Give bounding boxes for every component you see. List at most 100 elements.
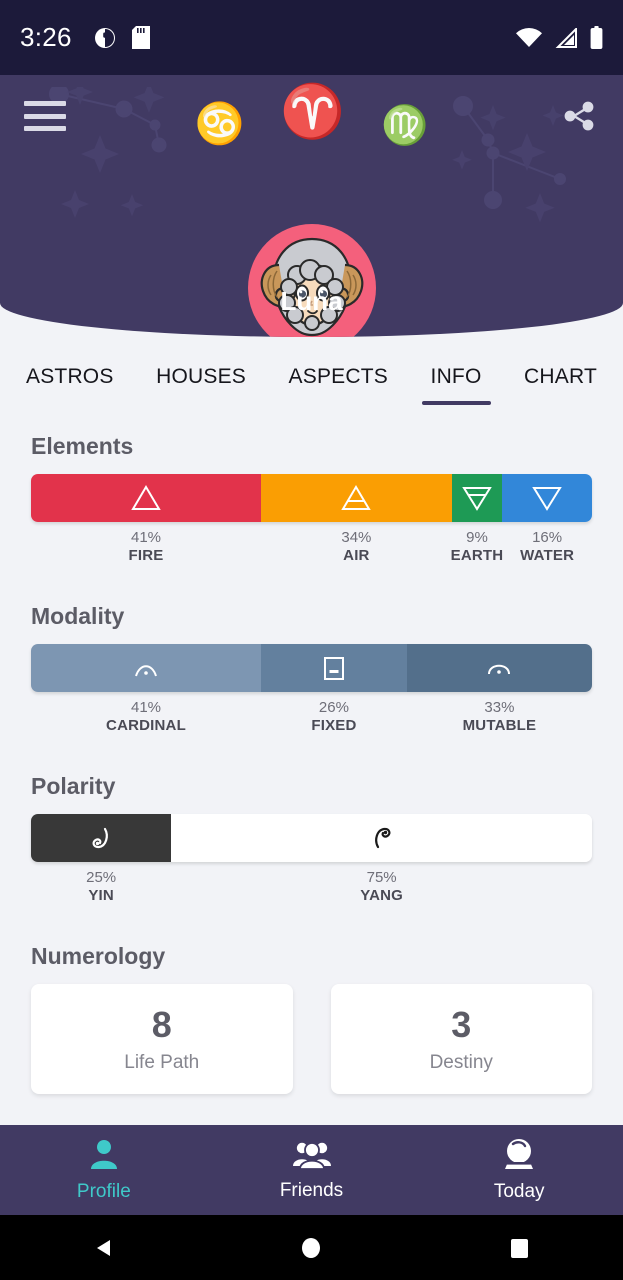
- elements-water-pct: 16%: [532, 529, 563, 546]
- hamburger-menu-icon[interactable]: [24, 101, 66, 131]
- virgo-sign-icon: ♍: [381, 105, 429, 147]
- polarity-yang-pct: 75%: [366, 869, 397, 886]
- battery-icon: [590, 26, 603, 49]
- modality-title: Modality: [31, 603, 125, 629]
- modality-fixed-name: FIXED: [311, 717, 357, 734]
- numerology-card-life-path[interactable]: 8 Life Path: [31, 984, 293, 1094]
- yang-icon: [374, 827, 391, 849]
- app-screen: 3:26 ♋ ♈ ♍ Luna ASTROS HOUSES ASPECTS IN…: [0, 0, 623, 1280]
- tab-chart[interactable]: CHART: [524, 365, 597, 405]
- modality-fixed-pct: 26%: [318, 699, 349, 716]
- polarity-labels: 25% YIN 75% YANG: [31, 869, 592, 915]
- elements-labels: 41% FIRE 34% AIR 9% EARTH 16% WATER: [31, 529, 592, 575]
- polarity-segment-yin[interactable]: [31, 814, 172, 862]
- modality-mutable-pct: 33%: [484, 699, 515, 716]
- modality-label-mutable: 33% MUTABLE: [463, 699, 537, 735]
- people-group-icon: [292, 1138, 332, 1175]
- yin-icon: [92, 827, 108, 849]
- mutable-icon: [488, 664, 511, 675]
- elements-segment-fire[interactable]: [31, 474, 262, 522]
- cancer-sign-icon: ♋: [194, 102, 245, 146]
- elements-label-earth: 9% EARTH: [451, 529, 504, 565]
- header-toolbar: ♋ ♈ ♍: [0, 75, 623, 157]
- do-not-disturb-icon: [94, 27, 116, 49]
- modality-segment-fixed[interactable]: [261, 644, 407, 692]
- bottom-nav-today[interactable]: Today: [415, 1137, 623, 1203]
- status-bar: 3:26: [0, 0, 623, 75]
- tab-aspects[interactable]: ASPECTS: [289, 365, 388, 405]
- bottom-nav-profile-label: Profile: [76, 1181, 131, 1202]
- polarity-bar: [31, 814, 592, 862]
- elements-segment-earth[interactable]: [451, 474, 503, 522]
- polarity-yin-name: YIN: [88, 887, 114, 904]
- tab-aspects-label: ASPECTS: [288, 365, 388, 388]
- info-content: Elements 41% FIRE 34% AIR 9% EARTH 16% W…: [0, 433, 623, 1094]
- wifi-icon: [516, 27, 542, 48]
- numerology-cards: 8 Life Path 3 Destiny: [31, 984, 592, 1094]
- elements-air-pct: 34%: [341, 529, 372, 546]
- android-navigation-bar: [0, 1215, 623, 1280]
- elements-fire-pct: 41%: [130, 529, 162, 546]
- numerology-title: Numerology: [31, 943, 166, 969]
- modality-segment-mutable[interactable]: [406, 644, 592, 692]
- fire-triangle-icon: [131, 485, 161, 510]
- destiny-value: 3: [451, 1004, 472, 1045]
- home-button[interactable]: [276, 1215, 346, 1280]
- elements-water-name: WATER: [520, 547, 575, 564]
- share-icon[interactable]: [559, 96, 599, 136]
- polarity-section: Polarity 25% YIN 75% YANG: [31, 773, 592, 915]
- bottom-nav-friends[interactable]: Friends: [208, 1138, 416, 1202]
- status-bar-clock: 3:26: [20, 22, 72, 52]
- elements-section: Elements 41% FIRE 34% AIR 9% EARTH 16% W…: [31, 433, 592, 575]
- elements-bar: [31, 474, 592, 522]
- numerology-card-destiny[interactable]: 3 Destiny: [330, 984, 592, 1094]
- polarity-yang-name: YANG: [360, 887, 404, 904]
- tab-info[interactable]: INFO: [421, 365, 491, 405]
- crystal-ball-icon: [501, 1137, 537, 1176]
- tab-chart-label: CHART: [524, 365, 597, 388]
- bottom-nav-profile[interactable]: Profile: [0, 1137, 208, 1203]
- elements-segment-water[interactable]: [502, 474, 592, 522]
- status-bar-system-icons: [516, 26, 603, 49]
- polarity-title: Polarity: [31, 773, 116, 799]
- modality-label-fixed: 26% FIXED: [311, 699, 356, 735]
- cardinal-icon: [135, 665, 157, 677]
- elements-label-water: 16% WATER: [520, 529, 574, 565]
- modality-cardinal-name: CARDINAL: [106, 717, 186, 734]
- elements-fire-name: FIRE: [128, 547, 164, 564]
- aries-sign-icon: ♈: [280, 83, 346, 141]
- tab-astros[interactable]: ASTROS: [26, 365, 114, 405]
- destiny-caption: Destiny: [429, 1052, 493, 1073]
- polarity-yin-pct: 25%: [86, 869, 117, 886]
- earth-triangle-icon: [462, 487, 492, 511]
- elements-label-fire: 41% FIRE: [129, 529, 164, 565]
- recents-button[interactable]: [484, 1215, 554, 1280]
- status-bar-notification-icons: [94, 26, 150, 49]
- back-button[interactable]: [69, 1215, 139, 1280]
- elements-earth-name: EARTH: [450, 547, 504, 564]
- tab-bar: ASTROS HOUSES ASPECTS INFO CHART: [0, 337, 623, 405]
- sd-card-icon: [131, 26, 150, 49]
- modality-section: Modality 41% CARDINAL 26% FIXED 33% MUTA…: [31, 603, 592, 745]
- modality-segment-cardinal[interactable]: [31, 644, 262, 692]
- tab-astros-label: ASTROS: [26, 365, 114, 388]
- bottom-nav-today-label: Today: [493, 1181, 545, 1202]
- tab-houses[interactable]: HOUSES: [156, 365, 246, 405]
- elements-air-name: AIR: [343, 547, 370, 564]
- avatar[interactable]: [247, 223, 377, 337]
- zodiac-sign-row: ♋ ♈ ♍: [0, 75, 623, 157]
- modality-label-cardinal: 41% CARDINAL: [106, 699, 186, 735]
- modality-cardinal-pct: 41%: [130, 699, 162, 716]
- tab-houses-label: HOUSES: [156, 365, 246, 388]
- modality-mutable-name: MUTABLE: [462, 717, 537, 734]
- polarity-label-yang: 75% YANG: [360, 869, 403, 905]
- elements-title: Elements: [31, 433, 134, 459]
- elements-segment-air[interactable]: [261, 474, 452, 522]
- bottom-navigation-bar: Profile Friends Today: [0, 1125, 623, 1215]
- fixed-icon: [323, 657, 344, 680]
- modality-labels: 41% CARDINAL 26% FIXED 33% MUTABLE: [31, 699, 592, 745]
- polarity-segment-yang[interactable]: [171, 814, 592, 862]
- elements-label-air: 34% AIR: [341, 529, 371, 565]
- modality-bar: [31, 644, 592, 692]
- person-icon: [87, 1137, 121, 1176]
